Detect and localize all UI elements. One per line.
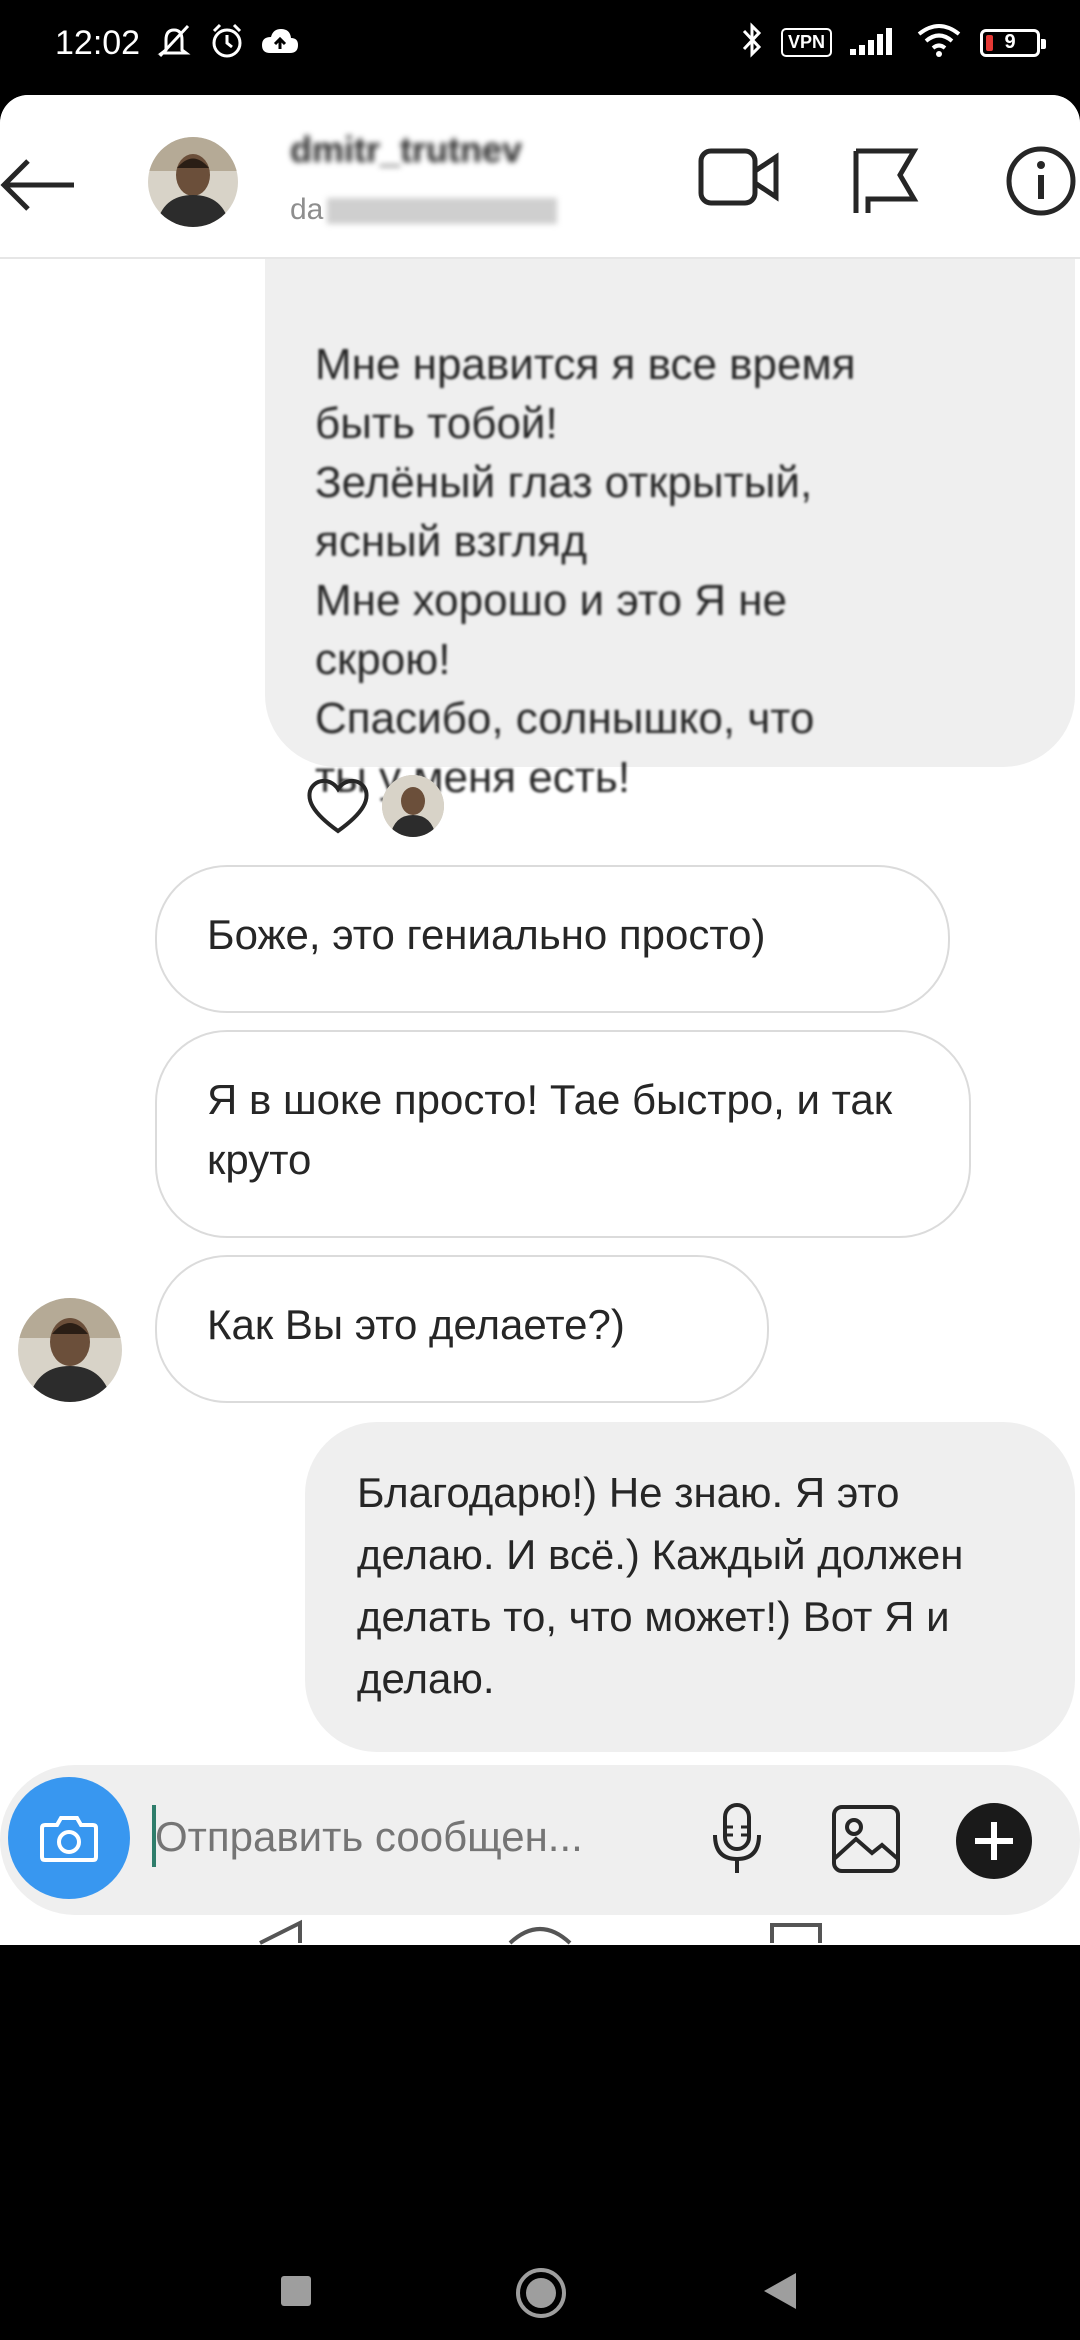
alarm-icon [208, 22, 246, 65]
thread-header: dmitr_trutnev da [0, 95, 1080, 259]
reaction-avatar [382, 775, 444, 837]
info-icon [1006, 146, 1076, 216]
partial-navigation-hint [0, 1915, 1080, 1945]
microphone-icon [713, 1803, 761, 1873]
back-arrow-icon [0, 159, 74, 211]
camera-icon [40, 1816, 98, 1862]
incoming-message[interactable]: Я в шоке просто! Тае быстро, и так круто [155, 1030, 971, 1238]
thread-info-button[interactable] [1005, 145, 1077, 222]
message-text: Боже, это гениально просто) [207, 911, 766, 958]
flag-button[interactable] [850, 145, 920, 220]
status-bar: 12:02 VPN 9 [0, 0, 1080, 95]
wifi-icon [916, 23, 962, 62]
recent-apps-button[interactable] [280, 2275, 312, 2312]
message-line: скрою! [315, 635, 451, 684]
signal-icon [850, 25, 898, 60]
message-line: ясный взгляд [315, 517, 587, 566]
profile-subtitle: da [290, 193, 558, 227]
battery-level: 9 [1004, 31, 1016, 53]
outgoing-message[interactable]: Благодарю!) Не знаю. Я это делаю. И всё.… [305, 1422, 1075, 1752]
flag-icon [853, 148, 919, 213]
square-icon [281, 2276, 311, 2306]
profile-subtitle-prefix: da [290, 193, 324, 226]
more-options-button[interactable] [955, 1802, 1033, 1885]
message-text: Я в шоке просто! Тае быстро, и так круто [207, 1076, 893, 1183]
system-navigation-bar [0, 1945, 1080, 2340]
gallery-icon [832, 1805, 900, 1873]
message-text: Как Вы это делаете?) [207, 1301, 625, 1348]
message-thread[interactable]: Мне нравится я все время быть тобой! Зел… [0, 95, 1080, 1945]
profile-avatar[interactable] [148, 137, 238, 227]
message-composer [0, 1765, 1080, 1915]
gallery-button[interactable] [830, 1803, 902, 1880]
video-camera-icon [698, 148, 779, 206]
plus-icon [956, 1803, 1032, 1879]
home-button[interactable] [515, 2267, 567, 2324]
profile-username[interactable]: dmitr_trutnev [290, 129, 522, 171]
message-line: Зелёный глаз открытый, [315, 458, 813, 507]
home-circle-icon [516, 2268, 566, 2318]
battery-icon: 9 [980, 28, 1046, 57]
message-input[interactable] [155, 1805, 695, 1869]
camera-button[interactable] [8, 1777, 130, 1899]
back-button[interactable] [0, 145, 80, 225]
message-line: Мне хорошо и это Я не [315, 576, 787, 625]
mute-notifications-icon [154, 24, 194, 63]
video-call-button[interactable] [698, 145, 780, 214]
message-text: Благодарю!) Не знаю. Я это делаю. И всё.… [357, 1469, 964, 1702]
bluetooth-icon [741, 22, 763, 63]
message-line: Спасибо, солнышко, что [315, 694, 815, 743]
incoming-message[interactable]: Как Вы это делаете?) [155, 1255, 769, 1403]
status-time: 12:02 [55, 24, 141, 62]
direct-thread-screen: Мне нравится я все время быть тобой! Зел… [0, 95, 1080, 1945]
message-line: Мне нравится я все время [315, 340, 856, 389]
reaction-heart-icon[interactable] [306, 777, 370, 840]
sender-avatar[interactable] [18, 1298, 122, 1402]
back-triangle-icon [764, 2273, 796, 2309]
redacted-block [327, 198, 558, 225]
microphone-button[interactable] [707, 1803, 767, 1882]
cloud-upload-icon [260, 25, 300, 62]
back-nav-button[interactable] [762, 2271, 798, 2316]
message-line: быть тобой! [315, 399, 558, 448]
incoming-message[interactable]: Боже, это гениально просто) [155, 865, 950, 1013]
vpn-badge: VPN [780, 28, 832, 57]
